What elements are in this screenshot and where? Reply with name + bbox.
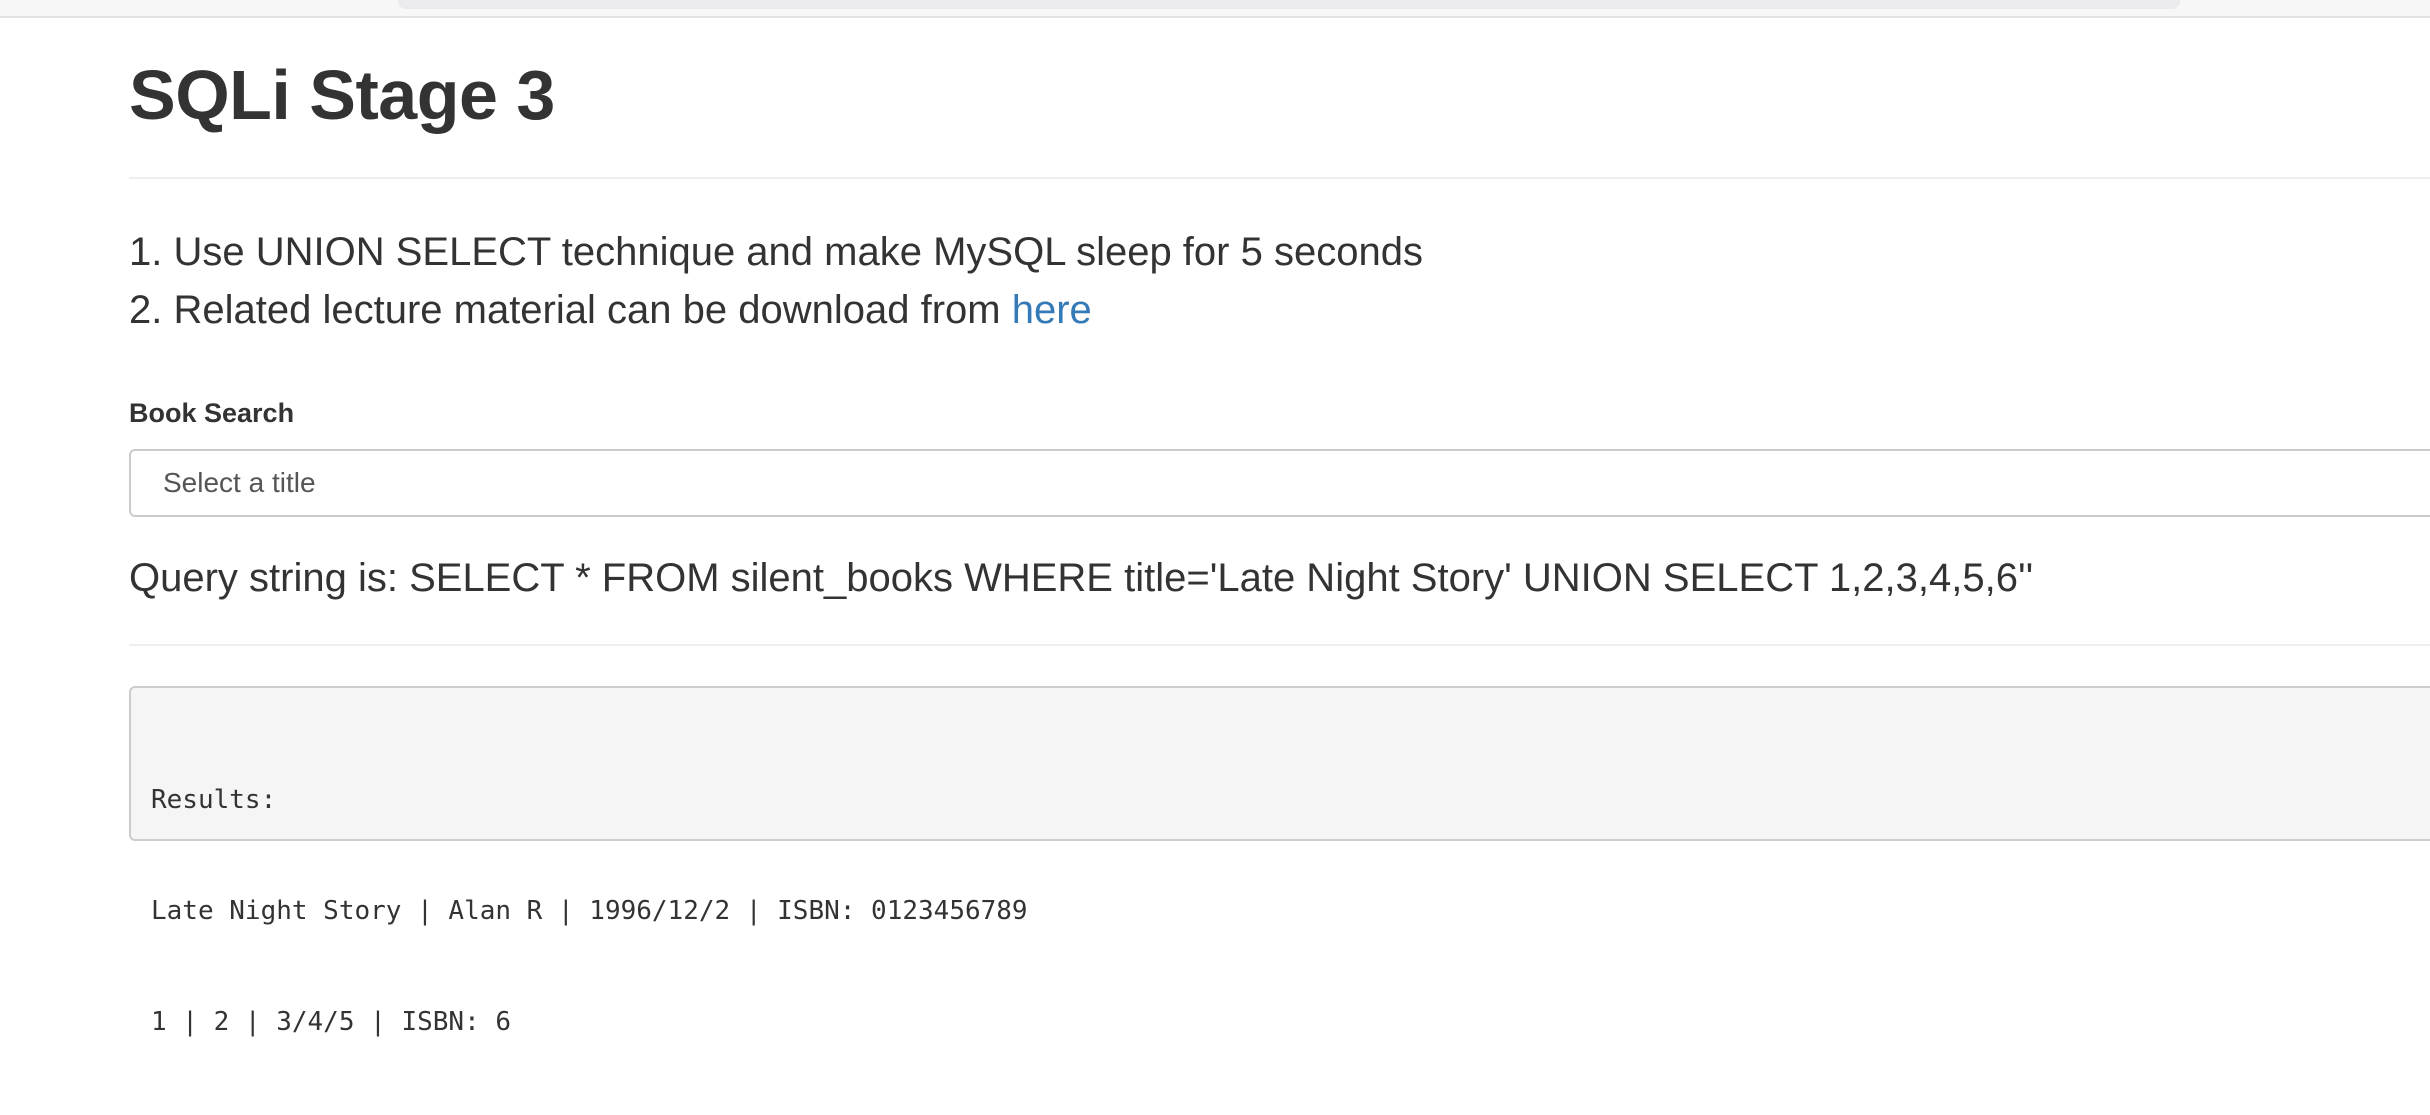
result-row: Late Night Story | Alan R | 1996/12/2 | …: [151, 896, 1028, 926]
lecture-material-link[interactable]: here: [1012, 288, 1092, 332]
title-select[interactable]: Select a title: [129, 449, 2430, 517]
title-divider: [129, 177, 2430, 179]
instructions-list: 1. Use UNION SELECT technique and make M…: [129, 223, 1423, 339]
page-title: SQLi Stage 3: [129, 56, 555, 134]
title-select-value: Select a title: [163, 467, 316, 498]
results-panel: Results: Late Night Story | Alan R | 199…: [129, 686, 2430, 1037]
instruction-item-1: 1. Use UNION SELECT technique and make M…: [129, 230, 1423, 274]
results-header: Results:: [151, 785, 277, 815]
instruction-item-2-text: 2. Related lecture material can be downl…: [129, 288, 1012, 332]
book-search-label: Book Search: [129, 398, 295, 428]
main-container: SQLi Stage 3 1. Use UNION SELECT techniq…: [129, 18, 2430, 1037]
query-divider: [129, 644, 2430, 646]
browser-top-bar: [0, 0, 2430, 18]
instruction-item-2: 2. Related lecture material can be downl…: [129, 281, 1423, 339]
query-string-text: Query string is: SELECT * FROM silent_bo…: [129, 556, 2034, 600]
address-bar-edge: [398, 0, 2180, 9]
result-row: 1 | 2 | 3/4/5 | ISBN: 6: [151, 1007, 512, 1037]
